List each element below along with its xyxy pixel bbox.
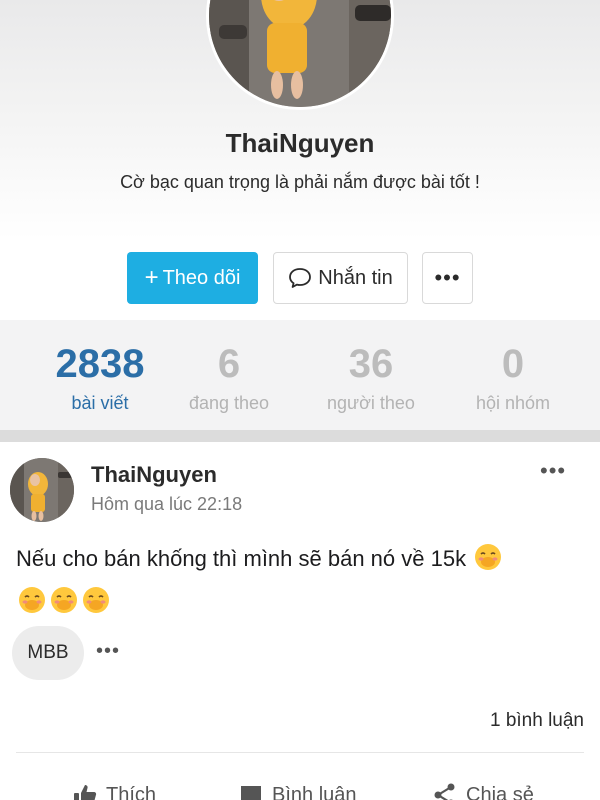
stat-value: 2838	[55, 342, 145, 386]
profile-bio: Cờ bạc quan trọng là phải nắm được bài t…	[120, 172, 480, 192]
stock-tag-chip[interactable]: MBB	[12, 626, 84, 680]
stat-value: 0	[501, 342, 525, 386]
face-with-hand-over-mouth-emoji	[474, 543, 502, 583]
face-with-hand-over-mouth-emoji	[18, 586, 46, 626]
post-author-avatar[interactable]	[10, 458, 74, 522]
comment-label: Bình luận	[272, 783, 357, 800]
post-timestamp: Hôm qua lúc 22:18	[91, 494, 243, 514]
stat-label: bài viết	[71, 393, 129, 413]
like-label: Thích	[106, 783, 157, 800]
chat-bubble-icon	[288, 267, 312, 289]
like-button[interactable]: Thích	[72, 782, 156, 800]
comment-icon	[241, 786, 261, 800]
share-button[interactable]: Chia sẻ	[432, 782, 534, 800]
comment-count[interactable]: 1 bình luận	[490, 710, 584, 732]
stat-value: 6	[217, 342, 241, 386]
post-text: Nếu cho bán khống thì mình sẽ bán nó về …	[16, 546, 467, 571]
face-with-hand-over-mouth-emoji	[82, 586, 110, 626]
profile-name: ThaiNguyen	[225, 128, 375, 158]
share-icon	[434, 783, 455, 800]
share-label: Chia sẻ	[466, 783, 534, 800]
profile-avatar[interactable]	[206, 0, 394, 110]
post-card: ThaiNguyen Hôm qua lúc 22:18 ••• Nếu cho…	[0, 442, 600, 800]
stat-followers[interactable]: 36 người theo	[296, 320, 446, 414]
post-author-name[interactable]: ThaiNguyen	[91, 462, 217, 488]
follow-label: Theo dõi	[162, 266, 241, 289]
stat-posts[interactable]: 2838 bài viết	[25, 320, 175, 414]
section-divider	[0, 430, 600, 442]
face-with-hand-over-mouth-emoji	[50, 586, 78, 626]
stat-label: hội nhóm	[475, 393, 551, 413]
stat-groups[interactable]: 0 hội nhóm	[438, 320, 588, 414]
stat-label: đang theo	[188, 393, 270, 413]
post-divider	[16, 752, 584, 753]
comment-button[interactable]: Bình luận	[238, 782, 357, 800]
profile-page: ThaiNguyen Cờ bạc quan trọng là phải nắm…	[0, 0, 600, 800]
thumbs-up-icon	[74, 785, 97, 800]
stat-following[interactable]: 6 đang theo	[154, 320, 304, 414]
tag-more-button[interactable]: •••	[96, 640, 120, 663]
stat-label: người theo	[327, 393, 415, 413]
profile-header: ThaiNguyen Cờ bạc quan trọng là phải nắm…	[0, 0, 600, 320]
more-options-button[interactable]: •••	[422, 252, 473, 304]
post-body: Nếu cho bán khống thì mình sẽ bán nó về …	[16, 540, 586, 626]
message-label: Nhắn tin	[318, 266, 393, 289]
profile-stats: 2838 bài viết 6 đang theo 36 người theo …	[0, 320, 600, 430]
post-menu-button[interactable]: •••	[540, 458, 566, 484]
plus-icon: +	[144, 264, 159, 291]
message-button[interactable]: Nhắn tin	[273, 252, 408, 304]
stat-value: 36	[348, 342, 394, 386]
follow-button[interactable]: + Theo dõi	[127, 252, 258, 304]
